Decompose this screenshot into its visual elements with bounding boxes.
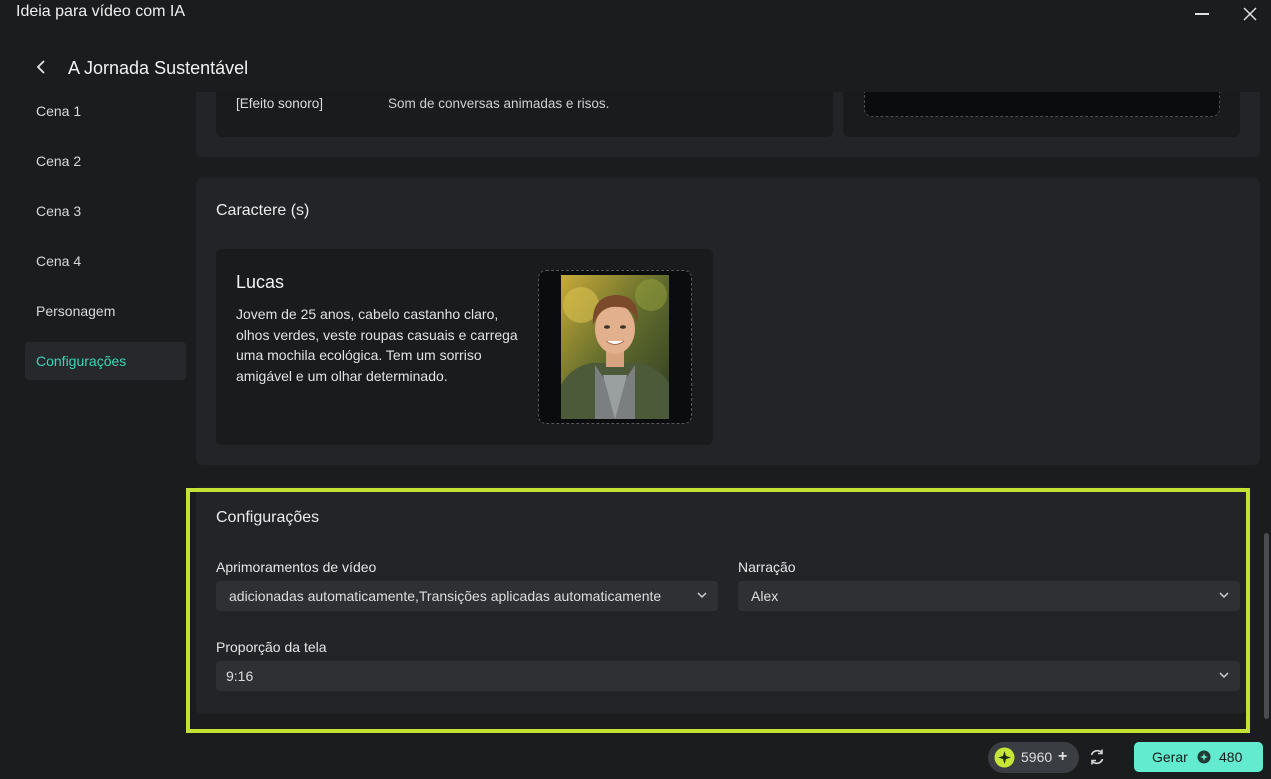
generate-cost: 480 <box>1219 749 1243 765</box>
character-photo-frame[interactable] <box>538 270 692 424</box>
aspect-ratio-select[interactable]: 9:16 <box>216 661 1240 691</box>
minimize-button[interactable] <box>1182 0 1222 28</box>
scene-card: [Efeito sonoro] Som de conversas animada… <box>196 92 1260 157</box>
sound-effect-label: [Efeito sonoro] <box>236 96 324 111</box>
credits-value: 5960 <box>1021 749 1053 765</box>
character-photo <box>561 275 669 419</box>
close-button[interactable] <box>1230 0 1270 28</box>
app-title: Ideia para vídeo com IA <box>16 3 185 20</box>
chevron-left-icon <box>36 60 45 74</box>
sidebar-item-label: Personagem <box>36 303 116 319</box>
minimize-icon <box>1195 13 1209 15</box>
sidebar-item-label: Cena 2 <box>36 153 82 169</box>
scene-thumbnail[interactable] <box>864 92 1220 117</box>
main-content: [Efeito sonoro] Som de conversas animada… <box>196 92 1260 733</box>
back-button[interactable] <box>30 56 52 78</box>
character-description: Jovem de 25 anos, cabelo castanho claro,… <box>236 306 518 384</box>
sidebar-item-cena-4[interactable]: Cena 4 <box>25 242 186 280</box>
settings-title: Configurações <box>216 509 320 526</box>
video-enhancements-select[interactable]: adicionadas automaticamente,Transições a… <box>216 581 718 611</box>
generate-button[interactable]: Gerar 480 <box>1134 742 1263 772</box>
sidebar-item-configuracoes[interactable]: Configurações <box>25 342 186 380</box>
character-card[interactable]: Lucas Jovem de 25 anos, cabelo castanho … <box>216 249 713 445</box>
chevron-down-icon <box>1219 592 1229 599</box>
sidebar-item-cena-1[interactable]: Cena 1 <box>25 92 186 130</box>
narration-value: Alex <box>751 588 779 604</box>
credits-icon <box>1197 750 1211 764</box>
credits-pill[interactable]: 5960 + <box>988 742 1079 773</box>
sidebar-item-label: Configurações <box>36 353 127 369</box>
chevron-down-icon <box>697 592 707 599</box>
sidebar: Cena 1 Cena 2 Cena 3 Cena 4 Personagem C… <box>25 92 186 392</box>
sidebar-item-cena-3[interactable]: Cena 3 <box>25 192 186 230</box>
chevron-down-icon <box>1219 672 1229 679</box>
sidebar-item-cena-2[interactable]: Cena 2 <box>25 142 186 180</box>
page-title: A Jornada Sustentável <box>68 58 249 78</box>
sound-effect-text: Som de conversas animadas e risos. <box>388 96 610 111</box>
sidebar-item-label: Cena 4 <box>36 253 82 269</box>
sidebar-item-label: Cena 1 <box>36 103 82 119</box>
title-bar: Ideia para vídeo com IA <box>0 0 1271 28</box>
scrollbar[interactable] <box>1264 533 1269 719</box>
settings-section: Configurações Aprimoramentos de vídeo ad… <box>196 486 1246 714</box>
character-name: Lucas <box>236 272 285 292</box>
narration-select[interactable]: Alex <box>738 581 1240 611</box>
add-credits-icon[interactable]: + <box>1058 749 1067 765</box>
sidebar-item-personagem[interactable]: Personagem <box>25 292 186 330</box>
refresh-icon[interactable] <box>1087 747 1107 767</box>
aspect-ratio-label: Proporção da tela <box>216 639 327 655</box>
close-icon <box>1243 7 1257 21</box>
video-enhancements-label: Aprimoramentos de vídeo <box>216 559 377 575</box>
characters-section: Caractere (s) Lucas Jovem de 25 anos, ca… <box>196 178 1260 465</box>
narration-label: Narração <box>738 559 796 575</box>
characters-title: Caractere (s) <box>216 202 310 219</box>
scene-script-panel: [Efeito sonoro] Som de conversas animada… <box>216 92 833 137</box>
generate-label: Gerar <box>1152 749 1188 765</box>
aspect-ratio-value: 9:16 <box>226 668 254 684</box>
scene-preview-panel <box>843 92 1240 137</box>
sidebar-item-label: Cena 3 <box>36 203 82 219</box>
credits-icon <box>994 747 1015 768</box>
video-enhancements-value: adicionadas automaticamente,Transições a… <box>229 588 662 604</box>
